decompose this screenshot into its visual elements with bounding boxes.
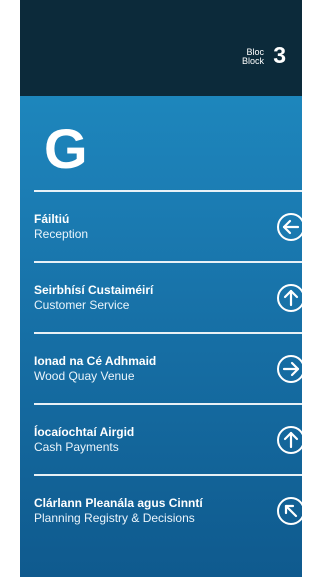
divider <box>34 403 302 405</box>
divider <box>34 474 302 476</box>
divider <box>34 261 302 263</box>
sign-header: Bloc Block 3 <box>20 0 302 96</box>
direction-irish-label: Clárlann Pleanála agus Cinntí <box>34 496 203 510</box>
direction-english-label: Wood Quay Venue <box>34 369 135 383</box>
block-number: 3 <box>273 42 286 68</box>
arrow-up-icon <box>276 425 302 455</box>
direction-irish-label: Seirbhísí Custaiméirí <box>34 283 154 297</box>
direction-item-reception: Fáiltiú Reception <box>20 196 302 260</box>
divider <box>34 332 302 334</box>
direction-item-cash-payments: Íocaíochtaí Airgid Cash Payments <box>20 409 302 473</box>
direction-item-wood-quay-venue: Ionad na Cé Adhmaid Wood Quay Venue <box>20 338 302 402</box>
arrow-left-icon <box>276 212 302 242</box>
wayfinding-sign: Bloc Block 3 G Fáiltiú Reception Seirbhí… <box>20 0 302 577</box>
direction-item-customer-service: Seirbhísí Custaiméirí Customer Service <box>20 267 302 331</box>
arrow-up-left-icon <box>276 496 302 526</box>
direction-english-label: Reception <box>34 227 89 241</box>
direction-irish-label: Íocaíochtaí Airgid <box>34 425 135 439</box>
divider <box>34 190 302 192</box>
floor-letter: G <box>44 117 88 180</box>
direction-english-label: Customer Service <box>34 298 130 312</box>
block-label-english: Block <box>241 56 264 66</box>
direction-english-label: Cash Payments <box>34 440 119 454</box>
direction-english-label: Planning Registry & Decisions <box>34 511 195 525</box>
direction-irish-label: Fáiltiú <box>34 212 70 226</box>
direction-irish-label: Ionad na Cé Adhmaid <box>34 354 157 368</box>
direction-item-planning-registry: Clárlann Pleanála agus Cinntí Planning R… <box>20 480 302 544</box>
block-label: Bloc Block <box>242 48 264 66</box>
arrow-right-icon <box>276 354 302 384</box>
arrow-up-icon <box>276 283 302 313</box>
